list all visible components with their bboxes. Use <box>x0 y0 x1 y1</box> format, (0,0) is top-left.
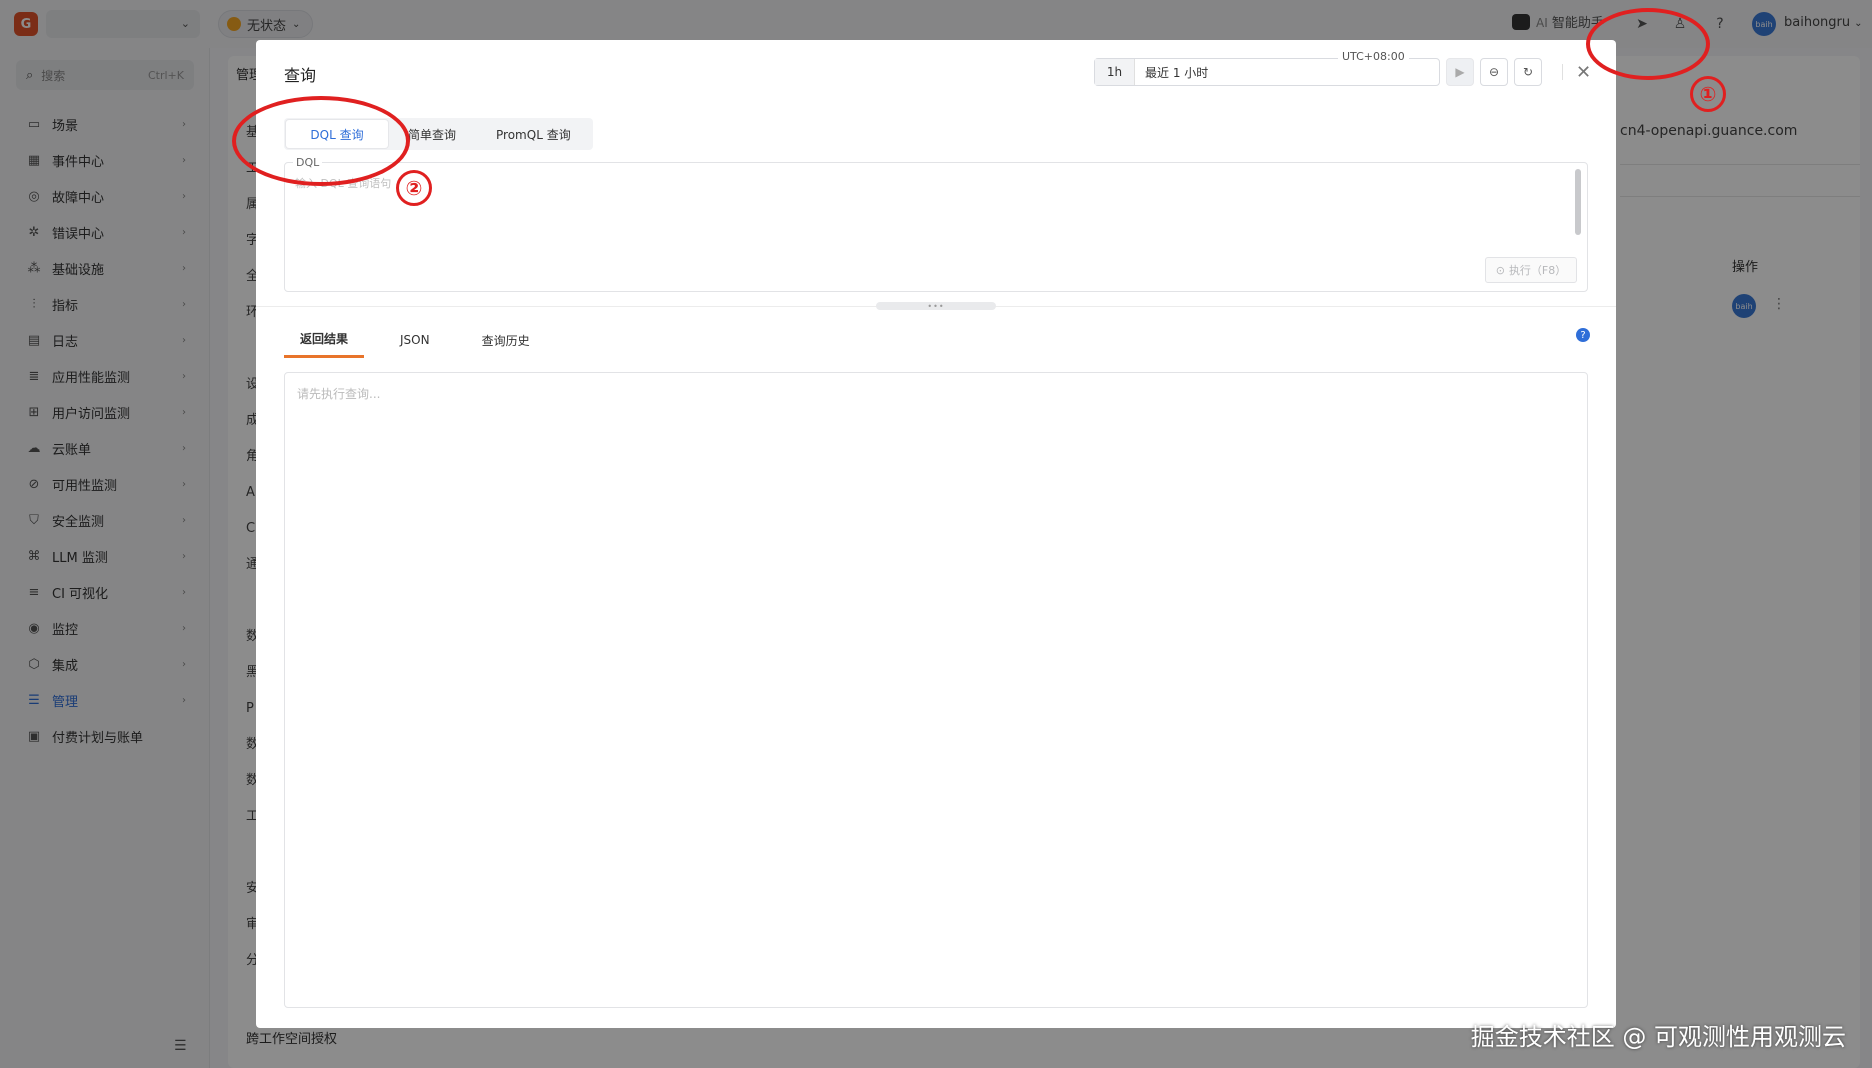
timezone-label[interactable]: UTC+08:00 <box>1338 50 1409 63</box>
time-range-value: 最近 1 小时 <box>1145 65 1209 80</box>
refresh-button[interactable]: ↻ <box>1514 58 1542 86</box>
annotation-ring-2 <box>232 96 410 186</box>
divider <box>1562 64 1563 80</box>
play-button[interactable]: ▶ <box>1446 58 1474 86</box>
run-button[interactable]: ⊙ 执行（F8） <box>1485 257 1577 283</box>
zoom-out-button[interactable]: ⊖ <box>1480 58 1508 86</box>
results-placeholder: 请先执行查询... <box>297 387 381 401</box>
tab-history[interactable]: 查询历史 <box>466 322 546 358</box>
modal-title: 查询 <box>284 66 317 85</box>
resize-handle[interactable]: ••• <box>876 302 996 311</box>
tab-results[interactable]: 返回结果 <box>284 322 365 358</box>
query-modal: 查询 1h 最近 1 小时 UTC+08:00 ▶ ⊖ ↻ ✕ DQL 查询 简… <box>256 40 1616 1028</box>
time-shortcut[interactable]: 1h <box>1095 59 1135 85</box>
result-tabs: 返回结果 JSON 查询历史 <box>284 322 566 358</box>
help-icon[interactable]: ? <box>1576 328 1590 342</box>
tab-json[interactable]: JSON <box>384 322 446 358</box>
results-panel: 请先执行查询... <box>284 372 1588 1008</box>
run-button-label: 执行（F8） <box>1508 264 1567 277</box>
editor-scrollbar[interactable] <box>1575 169 1581 235</box>
watermark: 掘金技术社区 @ 可观测性用观测云 <box>1470 1023 1846 1051</box>
dql-editor[interactable]: DQL 输入 DQL 查询语句 ⊙ 执行（F8） <box>284 156 1588 292</box>
play-circle-icon: ⊙ <box>1495 263 1505 277</box>
annotation-ring-1 <box>1586 8 1710 80</box>
close-icon[interactable]: ✕ <box>1576 62 1591 83</box>
tab-promql[interactable]: PromQL 查询 <box>476 120 591 148</box>
annotation-badge-2: ② <box>396 170 432 206</box>
annotation-badge-1: ① <box>1690 76 1726 112</box>
